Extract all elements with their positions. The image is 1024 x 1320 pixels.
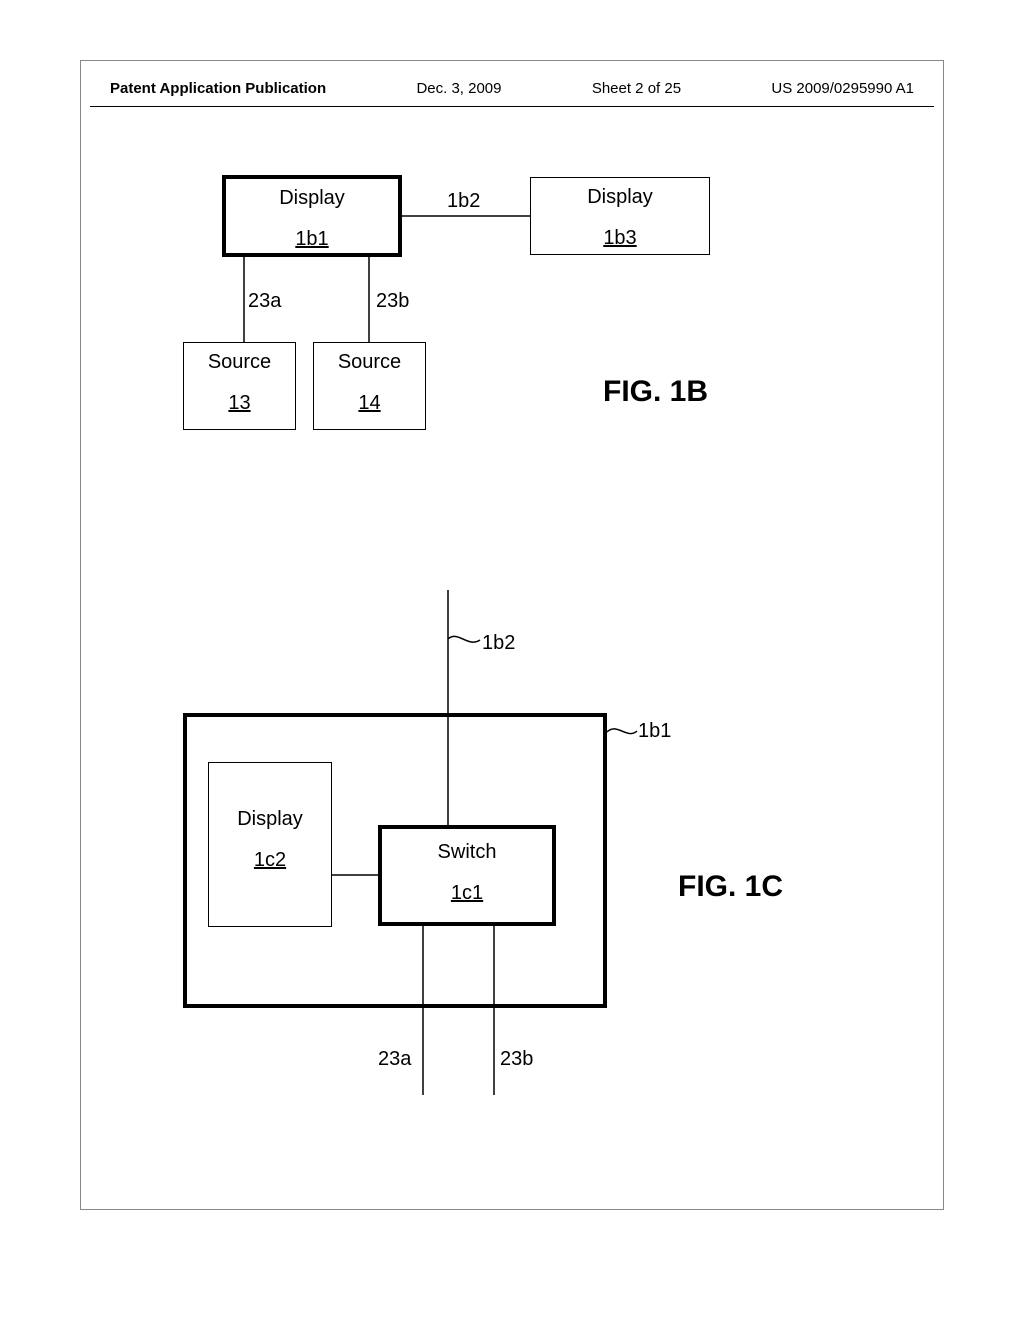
- fig1b-source-14-ref: 14: [314, 392, 425, 415]
- fig1c-display-1c2: Display 1c2: [208, 762, 332, 927]
- fig1c-switch-1c1-label: Switch: [382, 841, 552, 864]
- fig1c-label-23b: 23b: [500, 1048, 533, 1071]
- header-sheet: Sheet 2 of 25: [592, 80, 681, 97]
- page: Patent Application Publication Dec. 3, 2…: [0, 0, 1024, 1320]
- header-docnum: US 2009/0295990 A1: [771, 80, 914, 97]
- fig1b-source-14-label: Source: [314, 351, 425, 374]
- fig1b-label-23a: 23a: [248, 290, 281, 313]
- header-rule: [90, 106, 934, 107]
- fig1b-source-14: Source 14: [313, 342, 426, 430]
- fig1c-label-1b2: 1b2: [482, 632, 515, 655]
- fig1b-source-13-ref: 13: [184, 392, 295, 415]
- fig1c-label-1b1: 1b1: [638, 720, 671, 743]
- fig1b-display-1b3-label: Display: [531, 186, 709, 209]
- fig1c-switch-1c1-ref: 1c1: [382, 882, 552, 905]
- header: Patent Application Publication Dec. 3, 2…: [110, 80, 914, 97]
- fig1b-display-1b3-ref: 1b3: [531, 227, 709, 250]
- fig1c-label-23a: 23a: [378, 1048, 411, 1071]
- fig1b-label-23b: 23b: [376, 290, 409, 313]
- fig1b-display-1b1: Display 1b1: [222, 175, 402, 257]
- fig1b-source-13-label: Source: [184, 351, 295, 374]
- fig1b-display-1b1-ref: 1b1: [226, 228, 398, 251]
- fig1b-caption: FIG. 1B: [603, 375, 708, 409]
- fig1c-display-1c2-label: Display: [209, 808, 331, 831]
- fig1c-switch-1c1: Switch 1c1: [378, 825, 556, 926]
- fig1b-label-1b2: 1b2: [447, 190, 480, 213]
- fig1b-display-1b1-label: Display: [226, 187, 398, 210]
- fig1b-source-13: Source 13: [183, 342, 296, 430]
- header-date: Dec. 3, 2009: [416, 80, 501, 97]
- header-pub: Patent Application Publication: [110, 80, 326, 97]
- fig1c-display-1c2-ref: 1c2: [209, 849, 331, 872]
- fig1c-caption: FIG. 1C: [678, 870, 783, 904]
- fig1b-display-1b3: Display 1b3: [530, 177, 710, 255]
